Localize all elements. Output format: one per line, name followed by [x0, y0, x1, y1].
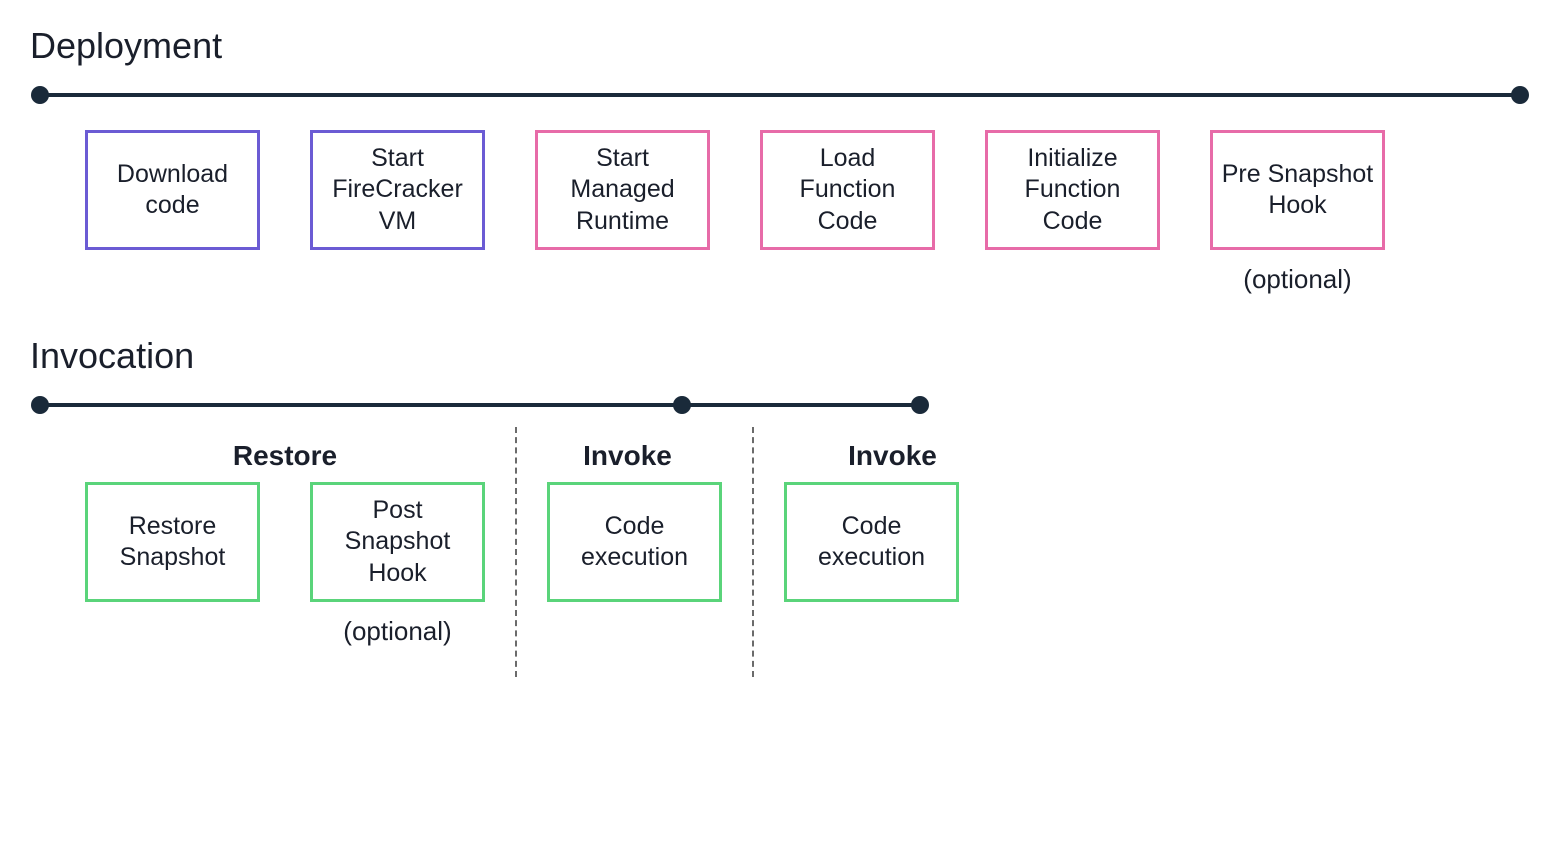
- step-box: Post Snapshot Hook: [310, 482, 485, 602]
- phase-labels-row: Restore Invoke Invoke: [30, 440, 1530, 472]
- invocation-step: Post Snapshot Hook (optional): [310, 482, 485, 647]
- deployment-title: Deployment: [30, 25, 1530, 67]
- step-box: Restore Snapshot: [85, 482, 260, 602]
- deployment-step: Start FireCracker VM: [310, 130, 485, 250]
- invoke-group: Code execution: [784, 482, 959, 602]
- invocation-step: Code execution: [547, 482, 722, 602]
- step-box: Pre Snapshot Hook: [1210, 130, 1385, 250]
- step-box: Code execution: [547, 482, 722, 602]
- deployment-step: Pre Snapshot Hook (optional): [1210, 130, 1385, 295]
- invocation-title: Invocation: [30, 335, 1530, 377]
- step-note: (optional): [343, 616, 451, 647]
- deployment-step: Initialize Function Code: [985, 130, 1160, 250]
- step-box: Start FireCracker VM: [310, 130, 485, 250]
- invocation-steps-row: Restore Snapshot Post Snapshot Hook (opt…: [30, 482, 1530, 677]
- restore-group: Restore Snapshot Post Snapshot Hook (opt…: [85, 482, 485, 647]
- step-box: Start Managed Runtime: [535, 130, 710, 250]
- phase-separator: [752, 427, 754, 677]
- invoke-group: Code execution: [547, 482, 722, 602]
- step-box: Code execution: [784, 482, 959, 602]
- step-box: Load Function Code: [760, 130, 935, 250]
- phase-label-restore: Restore: [85, 440, 485, 472]
- deployment-steps-row: Download code Start FireCracker VM Start…: [30, 130, 1530, 295]
- deployment-timeline: [30, 85, 1530, 105]
- deployment-step: Start Managed Runtime: [535, 130, 710, 250]
- deployment-step: Load Function Code: [760, 130, 935, 250]
- invocation-step: Restore Snapshot: [85, 482, 260, 647]
- phase-separator: [515, 427, 517, 677]
- step-note: (optional): [1243, 264, 1351, 295]
- step-box: Initialize Function Code: [985, 130, 1160, 250]
- deployment-step: Download code: [85, 130, 260, 250]
- phase-label-invoke: Invoke: [515, 440, 740, 472]
- invocation-timeline: [30, 395, 930, 415]
- step-box: Download code: [85, 130, 260, 250]
- invocation-step: Code execution: [784, 482, 959, 602]
- phase-label-invoke: Invoke: [770, 440, 1015, 472]
